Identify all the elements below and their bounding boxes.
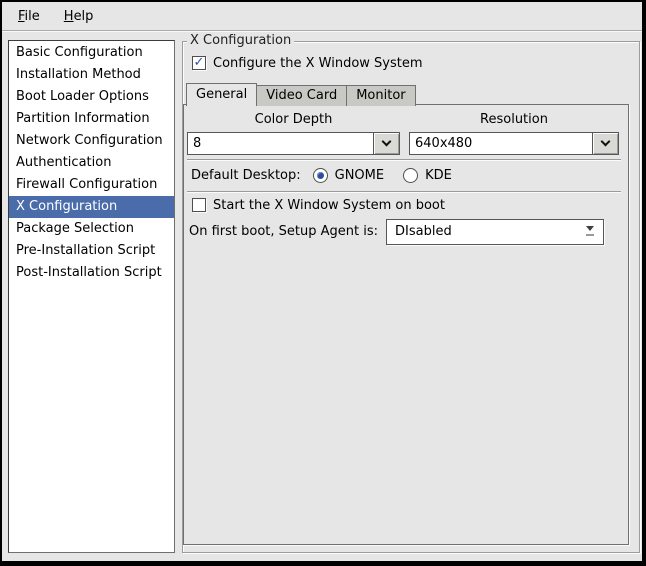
- configure-x-checkbox-label: Configure the X Window System: [213, 56, 423, 71]
- setup-agent-row: On first boot, Setup Agent is: DIsabled: [189, 218, 604, 245]
- sidebar-item-pre-installation-script[interactable]: Pre-Installation Script: [9, 240, 174, 262]
- sidebar-item-boot-loader-options[interactable]: Boot Loader Options: [9, 86, 174, 108]
- sidebar-item-network-configuration[interactable]: Network Configuration: [9, 130, 174, 152]
- resolution-field: Resolution 640x480: [409, 112, 619, 155]
- setup-agent-label: On first boot, Setup Agent is:: [189, 224, 378, 239]
- radio-kde[interactable]: [403, 168, 418, 183]
- x-configuration-section: X Configuration ✓ Configure the X Window…: [182, 41, 640, 553]
- start-x-checkbox[interactable]: [192, 198, 206, 212]
- radio-selected-dot: [317, 172, 324, 179]
- color-depth-dropdown-button[interactable]: [373, 132, 400, 155]
- radio-kde-group[interactable]: KDE: [403, 168, 452, 183]
- chevron-down-icon: [601, 137, 611, 147]
- checkmark-icon: ✓: [194, 57, 205, 69]
- configure-x-checkbox[interactable]: ✓: [192, 56, 206, 70]
- resolution-label: Resolution: [409, 112, 619, 128]
- tab-bar: General Video Card Monitor: [186, 83, 416, 106]
- sidebar-item-partition-information[interactable]: Partition Information: [9, 108, 174, 130]
- color-depth-label: Color Depth: [187, 112, 400, 128]
- color-depth-select[interactable]: 8: [187, 132, 400, 155]
- color-depth-field: Color Depth 8: [187, 112, 400, 155]
- default-desktop-row: Default Desktop: GNOME KDE: [191, 164, 471, 186]
- sidebar-item-package-selection[interactable]: Package Selection: [9, 218, 174, 240]
- kickstart-configurator-window: File Help Basic Configuration Installati…: [0, 0, 646, 566]
- menu-help-mnemonic: H: [64, 9, 74, 24]
- radio-kde-label: KDE: [425, 168, 452, 183]
- general-tab-panel: Color Depth 8 Resolution 640x480 Defau: [183, 104, 629, 545]
- sidebar-item-firewall-configuration[interactable]: Firewall Configuration: [9, 174, 174, 196]
- resolution-select[interactable]: 640x480: [409, 132, 619, 155]
- chevron-down-icon: [382, 137, 392, 147]
- radio-gnome[interactable]: [313, 168, 328, 183]
- setup-agent-select[interactable]: DIsabled: [386, 219, 604, 245]
- setup-agent-value: DIsabled: [387, 224, 452, 239]
- menu-help[interactable]: Help: [54, 5, 104, 28]
- resolution-dropdown-button[interactable]: [592, 132, 619, 155]
- start-x-checkbox-label: Start the X Window System on boot: [213, 198, 445, 213]
- sidebar-item-installation-method[interactable]: Installation Method: [9, 64, 174, 86]
- separator: [187, 159, 621, 161]
- color-depth-value: 8: [187, 132, 373, 155]
- tab-general[interactable]: General: [186, 83, 257, 106]
- sidebar-item-x-configuration[interactable]: X Configuration: [9, 196, 174, 218]
- category-list: Basic Configuration Installation Method …: [8, 40, 175, 553]
- separator: [187, 191, 621, 193]
- section-title: X Configuration: [187, 33, 294, 48]
- resolution-value: 640x480: [409, 132, 592, 155]
- menu-file-rest: ile: [25, 9, 40, 24]
- sidebar-item-post-installation-script[interactable]: Post-Installation Script: [9, 262, 174, 284]
- menu-help-rest: elp: [74, 9, 94, 24]
- dropdown-arrow-icon: [586, 226, 594, 236]
- configure-x-checkbox-row: ✓ Configure the X Window System: [192, 55, 423, 71]
- window-body: File Help Basic Configuration Installati…: [2, 2, 642, 561]
- tab-monitor[interactable]: Monitor: [347, 85, 415, 106]
- radio-gnome-label: GNOME: [335, 168, 384, 183]
- menubar: File Help: [2, 2, 642, 31]
- sidebar-item-authentication[interactable]: Authentication: [9, 152, 174, 174]
- menu-file[interactable]: File: [8, 5, 50, 28]
- sidebar-item-basic-configuration[interactable]: Basic Configuration: [9, 42, 174, 64]
- radio-gnome-group[interactable]: GNOME: [313, 168, 384, 183]
- default-desktop-label: Default Desktop:: [191, 168, 301, 183]
- tab-video-card[interactable]: Video Card: [257, 85, 347, 106]
- start-x-checkbox-row: Start the X Window System on boot: [192, 197, 445, 213]
